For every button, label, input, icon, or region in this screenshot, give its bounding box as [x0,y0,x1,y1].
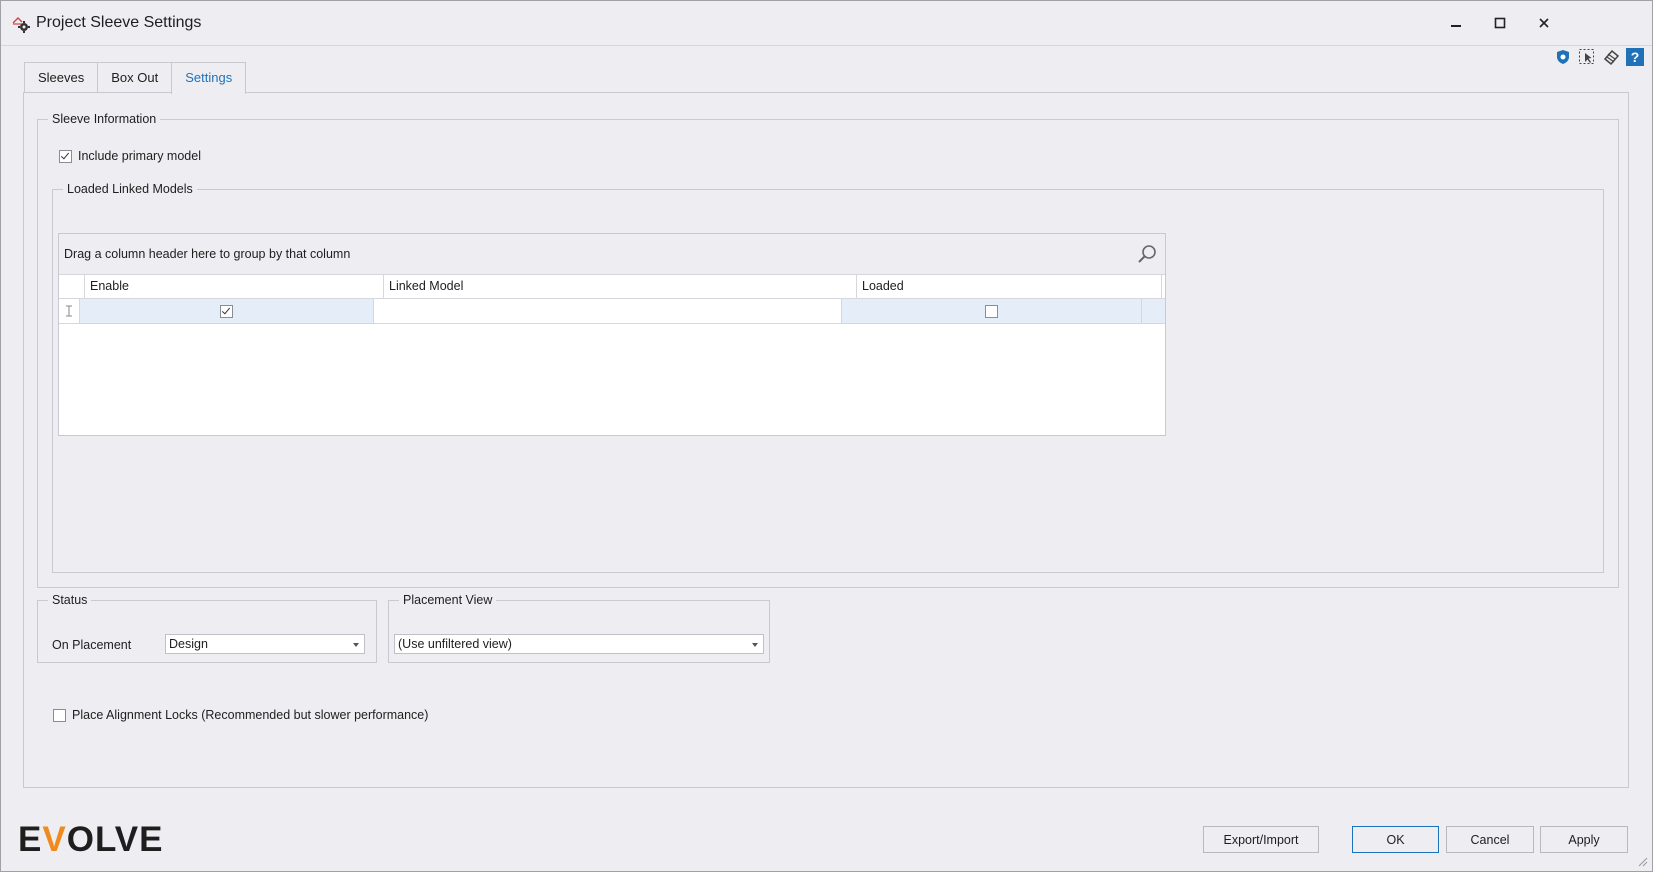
table-row[interactable] [59,299,1165,324]
on-placement-label: On Placement [52,638,132,652]
eraser-icon[interactable] [1602,48,1620,66]
on-placement-dropdown[interactable]: Design [165,634,365,654]
on-placement-value: Design [169,637,208,651]
help-icon[interactable]: ? [1626,48,1644,66]
selection-cursor-icon[interactable] [1578,48,1596,66]
grid-column-headers: Enable Linked Model Loaded [59,275,1165,299]
linked-models-grid: Drag a column header here to group by th… [58,233,1166,436]
row-indicator [59,299,80,323]
tab-box-out[interactable]: Box Out [97,62,173,93]
window-title: Project Sleeve Settings [36,14,202,31]
row-indicator-header [59,275,85,298]
placement-view-legend: Placement View [403,593,493,607]
loaded-linked-models-legend: Loaded Linked Models [67,182,193,196]
svg-text:?: ? [1631,49,1640,65]
status-legend: Status [52,593,88,607]
cancel-button[interactable]: Cancel [1446,826,1534,853]
chevron-down-icon [353,643,359,647]
include-primary-model-option[interactable]: Include primary model [59,149,201,163]
edit-cursor-icon [66,305,72,317]
alignment-locks-label: Place Alignment Locks (Recommended but s… [72,708,429,722]
enable-cell[interactable] [80,299,374,323]
alignment-locks-checkbox[interactable] [53,708,66,722]
alignment-locks-option[interactable]: Place Alignment Locks (Recommended but s… [53,708,428,722]
tab-strip: Sleeves Box Out Settings [24,62,247,94]
sleeve-information-legend: Sleeve Information [52,112,157,126]
tab-settings[interactable]: Settings [171,62,247,94]
close-button[interactable] [1526,11,1562,35]
include-primary-model-checkbox[interactable] [59,149,72,163]
resize-grip-icon[interactable] [1638,857,1648,867]
column-header-linked-model[interactable]: Linked Model [384,275,857,298]
minimize-button[interactable] [1438,11,1474,35]
project-sleeve-settings-window: Project Sleeve Settings ? Sleeves Box Ou… [0,0,1653,872]
column-header-loaded[interactable]: Loaded [857,275,1162,298]
toolbar-icons: ? [1554,48,1644,68]
enable-checkbox[interactable] [220,304,233,318]
chevron-down-icon [752,643,758,647]
title-bar: Project Sleeve Settings [1,1,1652,46]
tab-sleeves[interactable]: Sleeves [24,62,99,93]
column-header-enable[interactable]: Enable [85,275,384,298]
include-primary-model-label: Include primary model [78,149,201,163]
close-icon [1539,18,1549,28]
minimize-icon [1451,25,1461,27]
group-by-hint: Drag a column header here to group by th… [64,247,351,261]
linked-model-cell[interactable] [374,299,842,323]
loaded-cell[interactable] [842,299,1142,323]
placement-view-value: (Use unfiltered view) [398,637,512,651]
ok-button[interactable]: OK [1352,826,1439,853]
shield-icon[interactable] [1554,48,1572,66]
placement-view-dropdown[interactable]: (Use unfiltered view) [394,634,764,654]
apply-button[interactable]: Apply [1540,826,1628,853]
loaded-checkbox[interactable] [985,304,998,318]
export-import-button[interactable]: Export/Import [1203,826,1319,853]
app-gear-icon [11,14,31,34]
search-icon[interactable] [1137,244,1157,267]
group-by-panel[interactable]: Drag a column header here to group by th… [59,234,1165,275]
evolve-logo: EVOLVE [18,820,164,859]
maximize-icon [1494,17,1506,29]
maximize-button[interactable] [1482,11,1518,35]
